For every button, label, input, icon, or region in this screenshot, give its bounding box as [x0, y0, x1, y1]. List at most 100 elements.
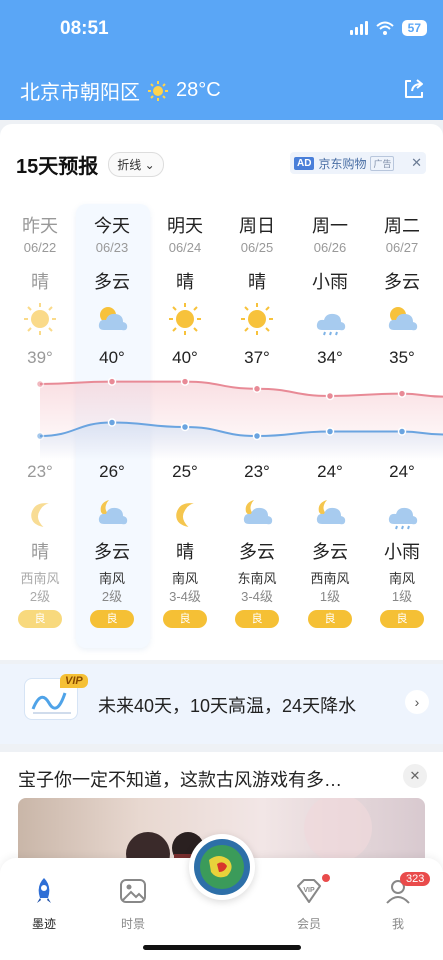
article-title: 宝子你一定不知道，这款古风游戏有多… — [18, 770, 342, 790]
message-badge: 323 — [400, 872, 431, 886]
status-time: 08:51 — [60, 18, 109, 39]
day-name: 周一 — [312, 216, 348, 236]
rain-icon — [316, 313, 346, 336]
tab-label: 墨迹 — [31, 917, 56, 931]
header: 08:51 57 北京市朝阳区 28°C — [0, 0, 443, 120]
battery-indicator: 57 — [401, 20, 427, 36]
low-temp: 24° — [317, 462, 343, 481]
day-date: 06/24 — [168, 240, 202, 255]
location-row[interactable]: 北京市朝阳区 28°C — [20, 76, 221, 105]
day-condition: 多云 — [384, 272, 420, 292]
day-name: 明天 — [167, 216, 203, 236]
night-condition: 多云 — [312, 542, 348, 562]
moon-icon — [31, 503, 49, 528]
day-column[interactable]: 周日 06/25 晴 37° 23° 多云 东南风 3-4级良 — [227, 212, 287, 628]
high-temp-point — [180, 377, 190, 386]
wind-level: 2级 — [101, 589, 123, 604]
aqi-badge: 良 — [380, 610, 424, 628]
day-date: 06/26 — [313, 240, 347, 255]
day-condition: 晴 — [31, 272, 49, 292]
low-temp: 23° — [27, 462, 53, 481]
high-temp-point — [107, 377, 117, 386]
aqi-badge: 良 — [18, 610, 62, 628]
chevron-right-icon[interactable]: › — [405, 690, 429, 714]
low-temp: 23° — [244, 462, 270, 481]
view-toggle[interactable]: 折线 ⌄ — [108, 152, 164, 177]
wind-direction: 西南风 — [310, 571, 350, 586]
temperature-chart — [35, 377, 443, 460]
low-temp-point — [397, 427, 407, 436]
status-icons: 57 — [349, 20, 427, 36]
wind-direction: 南风 — [98, 571, 125, 586]
tab-vip[interactable]: VIP 会员 — [279, 876, 339, 932]
low-temp-point — [325, 427, 335, 436]
low-temp-point — [180, 422, 190, 432]
wind-direction: 南风 — [171, 571, 198, 586]
aqi-badge: 良 — [235, 610, 279, 628]
wifi-icon — [375, 21, 394, 35]
high-temp-point — [325, 391, 335, 401]
rocket-icon — [37, 878, 51, 903]
day-condition: 晴 — [176, 272, 194, 292]
day-date: 06/23 — [95, 240, 129, 255]
ad-banner[interactable]: AD 京东购物 广告 ✕ — [290, 152, 426, 174]
radar-button[interactable] — [189, 834, 255, 900]
day-column[interactable]: 今天 06/23 多云 40° 26° 多云 南风 2级良 — [82, 212, 142, 628]
low-temp-point — [252, 431, 262, 441]
day-column[interactable]: 周二 06/27 多云 35° 24° 小雨 南风 1级良 — [372, 212, 432, 628]
day-name: 昨天 — [22, 216, 58, 236]
image-icon — [120, 879, 146, 903]
svg-text:VIP: VIP — [303, 887, 315, 894]
sun-icon — [24, 303, 56, 335]
aqi-badge: 良 — [163, 610, 207, 628]
vip-badge: VIP — [60, 674, 88, 688]
ad-tag: AD — [294, 156, 315, 170]
wind-level: 3-4级 — [241, 589, 273, 604]
wind-direction: 西南风 — [20, 571, 60, 586]
share-icon[interactable] — [401, 76, 427, 102]
sun-icon — [169, 303, 201, 335]
high-temp-point — [35, 379, 45, 389]
chevron-down-icon: ⌄ — [144, 158, 155, 172]
low-temp: 26° — [99, 462, 125, 481]
wind-level: 2级 — [29, 589, 51, 604]
day-column[interactable]: 昨天 06/22 晴 39° 23° 晴西南风 2级良 — [10, 212, 70, 628]
moon-icon — [176, 503, 194, 528]
ad-label: 广告 — [370, 155, 395, 171]
tab-label: 会员 — [296, 917, 321, 931]
notification-dot — [322, 874, 330, 882]
wind-direction: 南风 — [388, 571, 415, 586]
cloudy-night-icon — [316, 500, 346, 525]
rain-icon — [388, 507, 418, 530]
home-indicator — [143, 945, 301, 950]
vip-icon: VIP — [297, 879, 321, 903]
forecast-title: 15天预报 — [16, 156, 99, 178]
low-temp: 24° — [389, 462, 415, 481]
vip-banner[interactable]: VIP 未来40天，10天高温，24天降水 › — [0, 664, 443, 744]
cloudy-night-icon — [243, 500, 273, 525]
tab-scenes[interactable]: 时景 — [103, 876, 163, 932]
day-name: 周日 — [239, 216, 275, 236]
location-name: 北京市朝阳区 — [20, 82, 140, 104]
cloudy-night-icon — [98, 500, 128, 525]
wind-level: 3-4级 — [169, 589, 201, 604]
view-toggle-label: 折线 — [117, 158, 142, 172]
day-name: 周二 — [384, 216, 420, 236]
low-temp-point — [107, 418, 117, 427]
day-column[interactable]: 周一 06/26 小雨 34° 24° 多云 西南风 1级良 — [300, 212, 360, 628]
night-condition: 晴 — [176, 542, 194, 562]
night-condition: 晴 — [31, 542, 49, 562]
sun-icon — [148, 80, 168, 101]
tab-home[interactable]: 墨迹 — [14, 876, 74, 932]
day-date: 06/25 — [240, 240, 274, 255]
wind-direction: 东南风 — [237, 571, 277, 586]
day-column[interactable]: 明天 06/24 晴 40° 25° 晴南风 3-4级良 — [155, 212, 215, 628]
current-temp: 28°C — [176, 79, 221, 101]
ad-brand: 京东购物 — [318, 156, 367, 171]
close-icon[interactable]: ✕ — [403, 764, 427, 788]
close-icon[interactable]: ✕ — [411, 155, 422, 171]
wind-level: 1级 — [319, 589, 341, 604]
high-temp-point — [252, 384, 262, 394]
day-date: 06/22 — [23, 240, 57, 255]
night-condition: 多云 — [239, 542, 275, 562]
